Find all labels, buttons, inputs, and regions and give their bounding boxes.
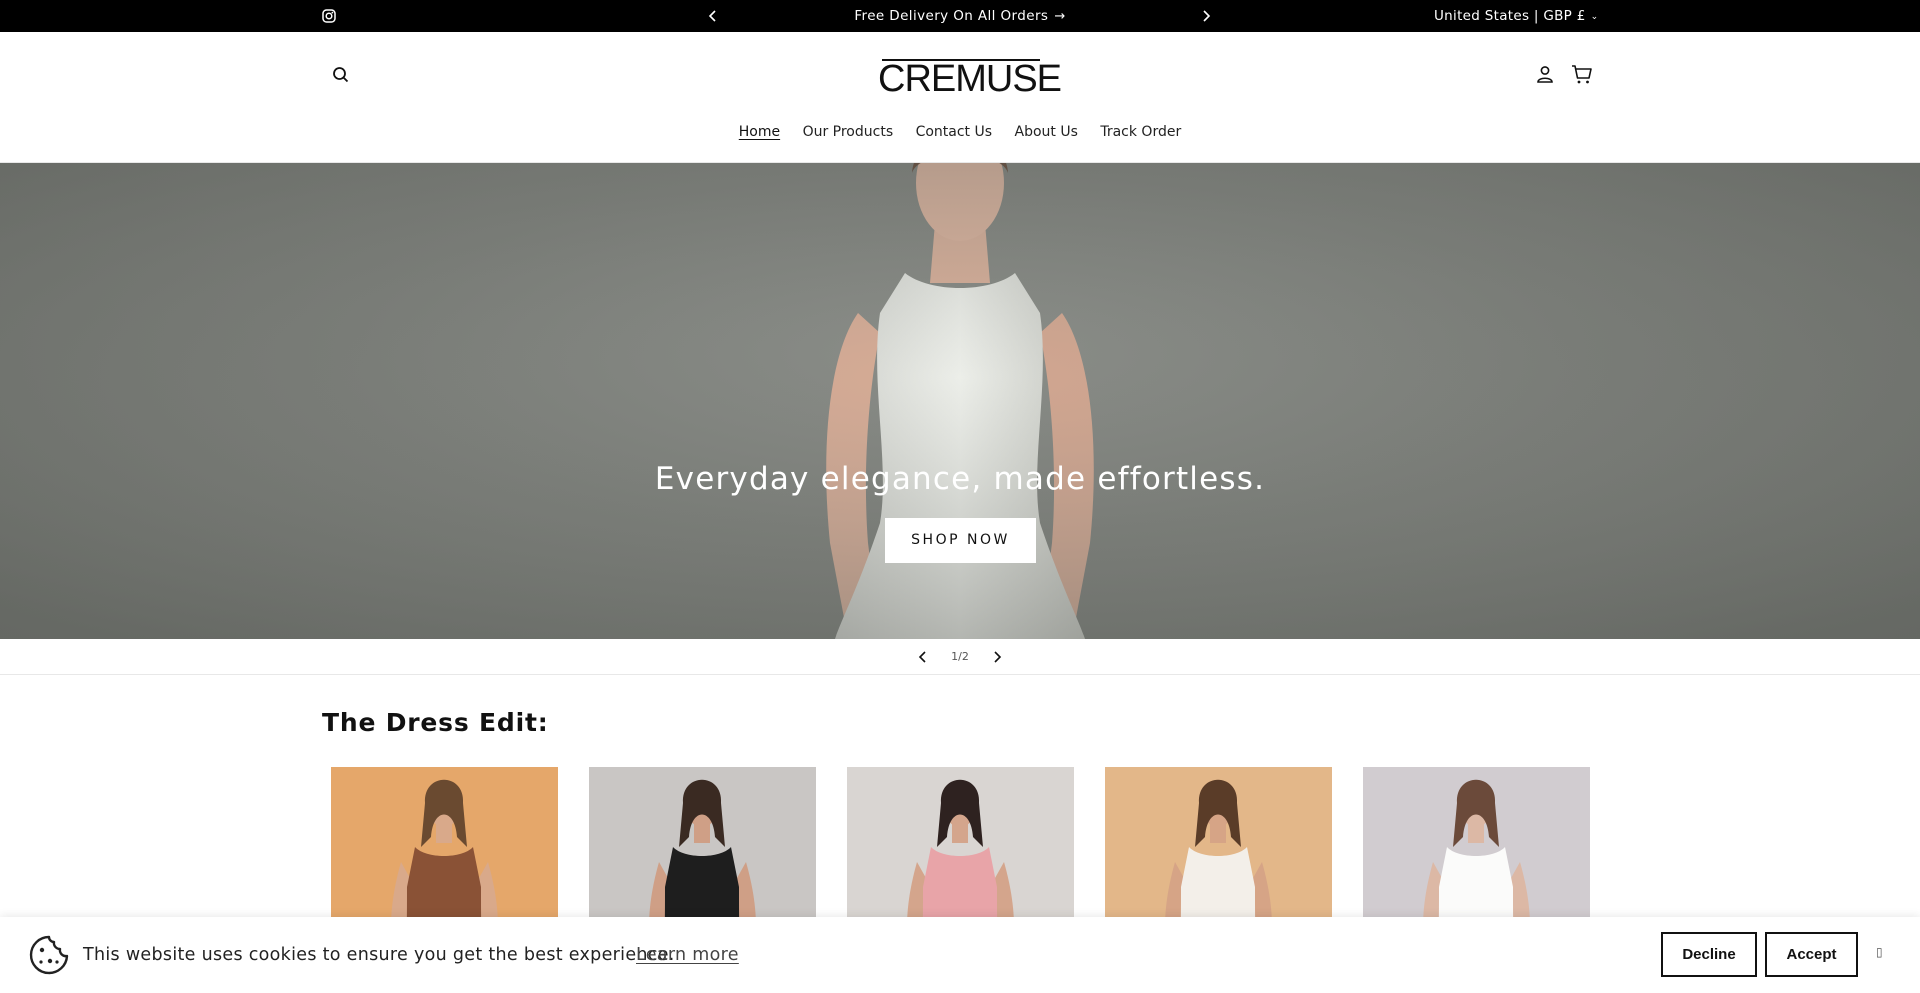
shop-now-button[interactable]: SHOP NOW	[885, 518, 1036, 563]
hero-title: Everyday elegance, made effortless.	[654, 461, 1266, 497]
hero-model-image	[0, 163, 1920, 639]
collection-title: The Dress Edit:	[322, 708, 549, 737]
chevron-left-icon[interactable]	[916, 650, 930, 664]
cookie-learn-more-link[interactable]: Learn more	[636, 917, 739, 993]
accept-button[interactable]: Accept	[1765, 932, 1858, 977]
site-header: CREMUSE Home Our Products Contact Us Abo…	[0, 32, 1920, 163]
chevron-right-icon[interactable]	[990, 650, 1004, 664]
announcement-next-icon[interactable]	[1198, 8, 1214, 24]
search-icon[interactable]	[331, 65, 351, 85]
cart-icon[interactable]	[1570, 62, 1594, 86]
announcement-bar: Free Delivery On All Orders → United Stat…	[0, 0, 1920, 32]
close-icon[interactable]: ▯	[1876, 945, 1888, 963]
slideshow-controls: 1/2	[0, 639, 1920, 675]
main-navigation: Home Our Products Contact Us About Us Tr…	[0, 124, 1920, 140]
chevron-down-icon: ⌄	[1590, 12, 1599, 22]
account-icon[interactable]	[1535, 64, 1555, 84]
nav-home[interactable]: Home	[739, 124, 780, 140]
nav-our-products[interactable]: Our Products	[803, 124, 894, 140]
slide-counter: 1/2	[951, 650, 969, 663]
arrow-right-icon: →	[1054, 9, 1066, 24]
cookie-message: This website uses cookies to ensure you …	[83, 945, 675, 965]
announcement-message[interactable]: Free Delivery On All Orders →	[0, 0, 1920, 33]
country-currency-selector[interactable]: United States | GBP £ ⌄	[1434, 0, 1598, 33]
logo[interactable]: CREMUSE	[878, 56, 1062, 100]
nav-contact-us[interactable]: Contact Us	[916, 124, 992, 140]
decline-button[interactable]: Decline	[1661, 932, 1757, 977]
announcement-text[interactable]: Free Delivery On All Orders	[854, 0, 1048, 32]
locale-label: United States | GBP £	[1434, 8, 1586, 24]
cookie-banner: This website uses cookies to ensure you …	[0, 917, 1920, 993]
nav-track-order[interactable]: Track Order	[1100, 124, 1181, 140]
nav-about-us[interactable]: About Us	[1015, 124, 1078, 140]
cookie-icon	[29, 935, 69, 975]
hero-banner: Everyday elegance, made effortless. SHOP…	[0, 163, 1920, 639]
